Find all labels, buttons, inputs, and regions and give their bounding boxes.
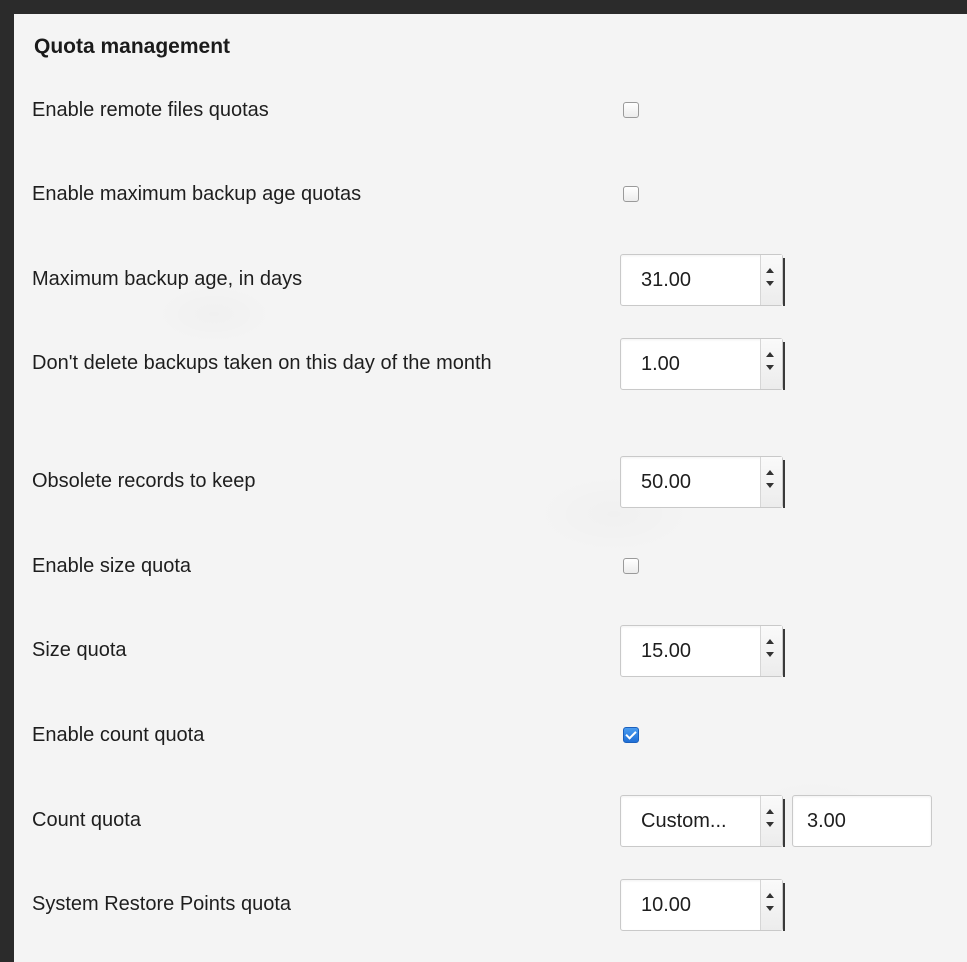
dont-delete-day-select[interactable]: 1.00 [620,338,785,390]
select-shadow [783,460,785,508]
dont-delete-day-value: 1.00 [641,353,680,375]
count-quota-input[interactable] [792,795,932,847]
count-quota-enable-checkbox[interactable] [623,727,639,743]
system-restore-points-label: System Restore Points quota [32,893,292,915]
obsolete-records-value: 50.00 [641,471,692,493]
select-shadow [783,799,785,847]
max-backup-age-quotas-label: Enable maximum backup age quotas [32,183,362,205]
quota-management-panel: Quota management Enable remote files quo… [14,14,967,962]
max-backup-age-days-value: 31.00 [641,269,692,291]
size-quota-value: 15.00 [641,640,692,662]
dont-delete-day-label: Don't delete backups taken on this day o… [32,352,492,374]
select-shadow [783,258,785,306]
count-quota-select-value: Custom... [641,810,727,832]
max-backup-age-days-select[interactable]: 31.00 [620,254,785,306]
size-quota-label: Size quota [32,639,127,661]
obsolete-records-label: Obsolete records to keep [32,470,256,492]
select-stepper-icon[interactable] [760,626,782,676]
select-shadow [783,629,785,677]
select-shadow [783,883,785,931]
max-backup-age-quotas-checkbox[interactable] [623,186,639,202]
select-stepper-icon[interactable] [760,457,782,507]
size-quota-select[interactable]: 15.00 [620,625,785,677]
select-stepper-icon[interactable] [760,255,782,305]
count-quota-enable-label: Enable count quota [32,724,205,746]
obsolete-records-select[interactable]: 50.00 [620,456,785,508]
system-restore-points-value: 10.00 [641,894,692,916]
section-title: Quota management [34,35,231,58]
count-quota-select[interactable]: Custom... [620,795,785,847]
select-stepper-icon[interactable] [760,339,782,389]
size-quota-enable-checkbox[interactable] [623,558,639,574]
system-restore-points-select[interactable]: 10.00 [620,879,785,931]
select-stepper-icon[interactable] [760,796,782,846]
remote-files-quotas-label: Enable remote files quotas [32,99,269,121]
max-backup-age-days-label: Maximum backup age, in days [32,268,303,290]
size-quota-enable-label: Enable size quota [32,555,192,577]
remote-files-quotas-checkbox[interactable] [623,102,639,118]
select-shadow [783,342,785,390]
select-stepper-icon[interactable] [760,880,782,930]
count-quota-label: Count quota [32,809,141,831]
